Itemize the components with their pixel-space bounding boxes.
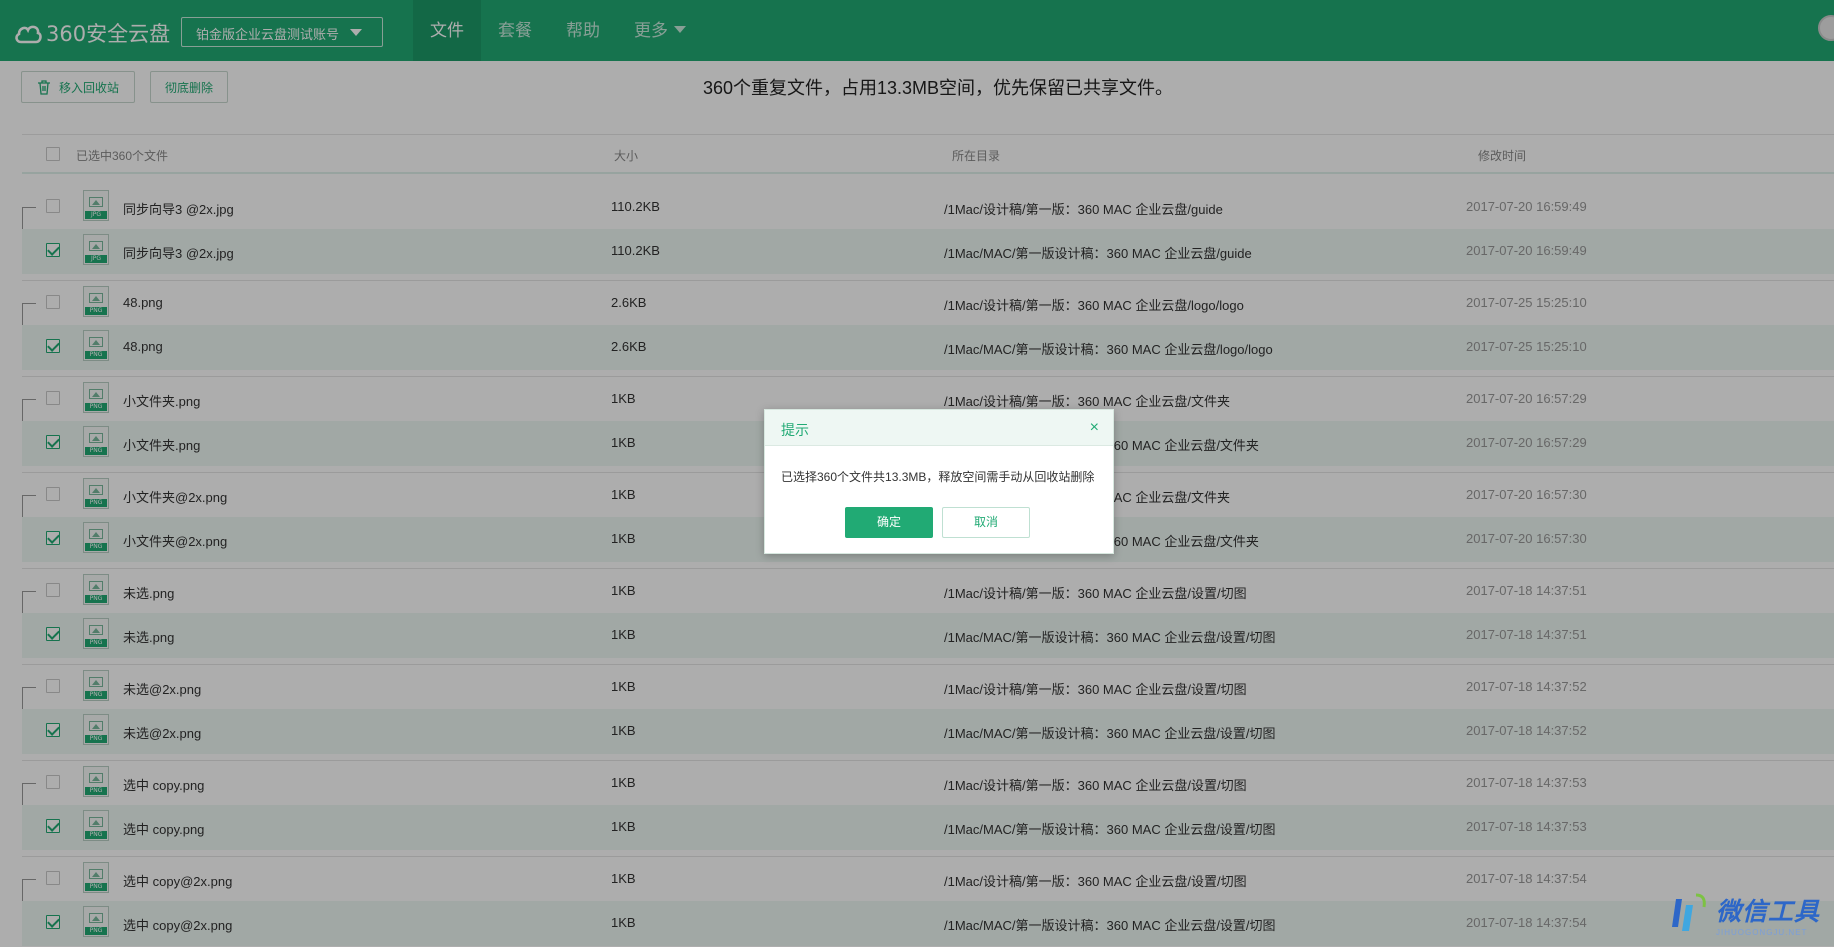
cancel-button[interactable]: 取消 bbox=[942, 507, 1030, 538]
dialog-message: 已选择360个文件共13.3MB，释放空间需手动从回收站删除 bbox=[781, 470, 1095, 484]
watermark-text: 微信工具 bbox=[1715, 896, 1820, 926]
confirm-dialog: 提示 × 已选择360个文件共13.3MB，释放空间需手动从回收站删除 确定 取… bbox=[764, 409, 1114, 554]
watermark-subtext: JIHUOGONGJU.NET bbox=[1715, 927, 1808, 937]
confirm-button[interactable]: 确定 bbox=[845, 507, 933, 538]
dialog-title: 提示 bbox=[781, 422, 809, 438]
watermark: 微信工具 JIHUOGONGJU.NET bbox=[1666, 891, 1820, 937]
dialog-header: 提示 × bbox=[765, 410, 1113, 446]
close-icon[interactable]: × bbox=[1090, 419, 1099, 437]
watermark-logo-icon bbox=[1671, 893, 1706, 931]
